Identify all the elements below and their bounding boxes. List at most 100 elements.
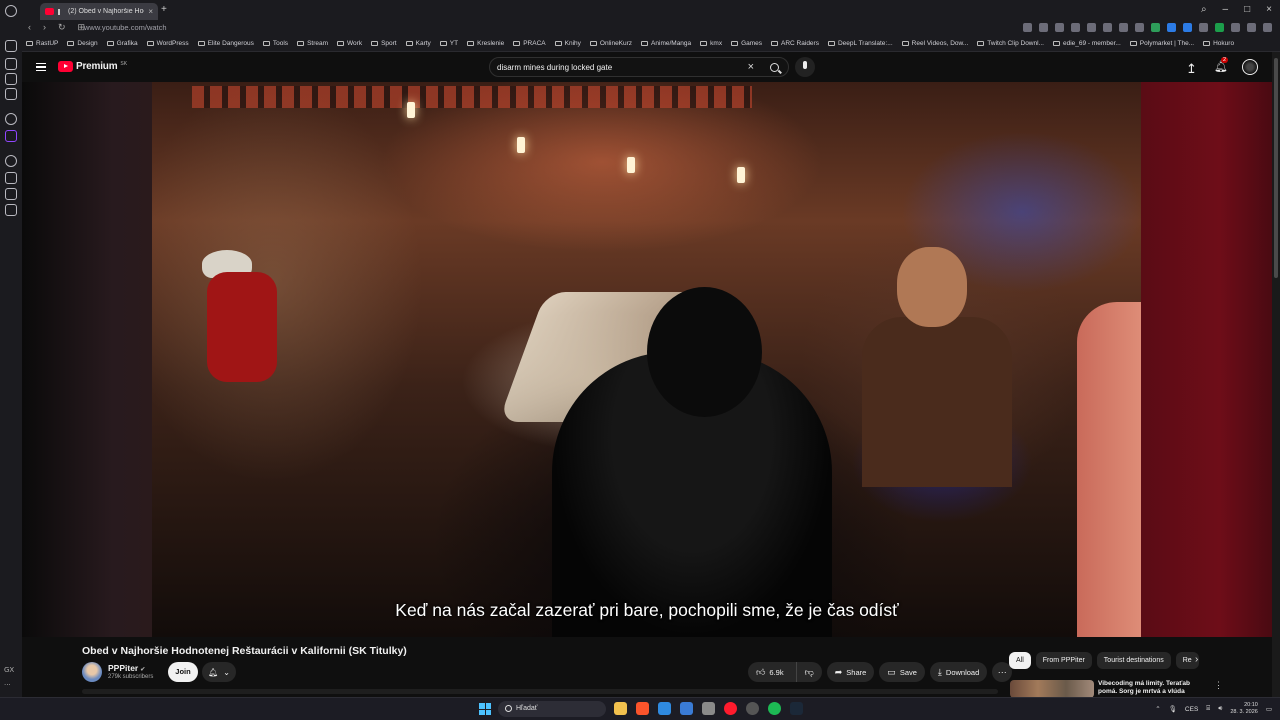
search-input[interactable]: disarm mines during locked gate bbox=[497, 63, 612, 72]
forward-icon[interactable]: › bbox=[43, 22, 46, 33]
upload-icon[interactable] bbox=[1186, 60, 1198, 74]
page-scrollbar[interactable] bbox=[1272, 52, 1280, 697]
bookmark-item[interactable]: Tools bbox=[262, 40, 288, 47]
video-player[interactable]: Keď na nás začal zazerať pri bare, pocho… bbox=[22, 82, 1272, 637]
join-button[interactable]: Join bbox=[168, 662, 198, 682]
calculator-icon[interactable] bbox=[702, 702, 715, 715]
download-icon[interactable] bbox=[1247, 23, 1256, 32]
tab-youtube[interactable]: (2) Obed v Najhoršie Hodnotenej Reštaurá… bbox=[40, 3, 158, 20]
channel-avatar[interactable] bbox=[82, 662, 102, 682]
extension-icon[interactable] bbox=[1199, 23, 1208, 32]
opera-gx-icon[interactable] bbox=[724, 702, 737, 715]
bookmark-item[interactable]: DeepL Translate:... bbox=[827, 40, 893, 47]
puzzle-icon[interactable] bbox=[1231, 23, 1240, 32]
steam-icon[interactable] bbox=[790, 702, 803, 715]
microphone-icon[interactable]: 🎙︎ bbox=[1169, 705, 1177, 713]
like-button[interactable]: 👍︎ 6.9k bbox=[748, 662, 792, 682]
chevron-right-icon[interactable]: › bbox=[1195, 654, 1198, 665]
back-icon[interactable]: ‹ bbox=[28, 22, 31, 33]
clock[interactable]: 20:10 28. 3. 2026 bbox=[1230, 702, 1258, 716]
chip-tourist-destinations[interactable]: Tourist destinations bbox=[1096, 652, 1171, 669]
chatgpt-icon[interactable] bbox=[746, 702, 759, 715]
bookmark-item[interactable]: kmx bbox=[700, 40, 722, 47]
extension-icon[interactable] bbox=[1023, 23, 1032, 32]
more-vertical-icon[interactable]: ⋮ bbox=[1214, 680, 1223, 691]
history-icon[interactable] bbox=[5, 204, 17, 216]
bookmark-item[interactable]: Work bbox=[337, 40, 362, 47]
youtube-logo[interactable]: Premium SK bbox=[58, 61, 127, 72]
file-explorer-icon[interactable] bbox=[614, 702, 627, 715]
clock-icon[interactable] bbox=[5, 155, 17, 167]
hamburger-menu-icon[interactable] bbox=[36, 63, 46, 71]
volume-icon[interactable]: 🔊︎ bbox=[1218, 705, 1222, 713]
voice-search-icon[interactable] bbox=[795, 57, 815, 77]
language-indicator[interactable]: CES bbox=[1185, 706, 1198, 713]
bookmark-item[interactable]: Anime/Manga bbox=[641, 40, 691, 47]
channel-name[interactable]: PPPiter bbox=[108, 663, 138, 673]
save-button[interactable]: ▭ Save bbox=[879, 662, 925, 682]
recommended-video[interactable]: Vibecoding má limity. Teraťab pomá. Sorg… bbox=[1009, 680, 1259, 698]
more-icon[interactable]: ··· bbox=[4, 681, 11, 689]
bookmark-item[interactable]: Polymarket | The... bbox=[1129, 40, 1194, 47]
bookmark-item[interactable]: Stream bbox=[297, 40, 328, 47]
bookmark-item[interactable]: WordPress bbox=[146, 40, 189, 47]
camera-icon[interactable] bbox=[1135, 23, 1144, 32]
maximize-icon[interactable]: □ bbox=[1244, 4, 1250, 15]
bookmark-item[interactable]: Games bbox=[731, 40, 762, 47]
tab-search-icon[interactable]: ⌕ bbox=[1201, 4, 1207, 15]
bookmark-item[interactable]: OnlineKurz bbox=[589, 40, 632, 47]
search-icon[interactable] bbox=[770, 63, 779, 72]
url-field[interactable]: www.youtube.com/watch bbox=[84, 23, 167, 32]
play-icon[interactable] bbox=[1103, 23, 1112, 32]
reload-icon[interactable]: ↻ bbox=[58, 22, 66, 33]
brave-icon[interactable] bbox=[636, 702, 649, 715]
bookmark-item[interactable]: Sport bbox=[371, 40, 397, 47]
extension-icon[interactable] bbox=[1215, 23, 1224, 32]
scrollbar-thumb[interactable] bbox=[1274, 58, 1278, 278]
recommended-thumbnail[interactable] bbox=[1010, 680, 1094, 698]
twitch-icon[interactable] bbox=[5, 130, 17, 142]
bookmark-item[interactable]: Kreslenie bbox=[467, 40, 504, 47]
recommended-title[interactable]: Vibecoding má limity. Teraťab pomá. Sorg… bbox=[1098, 680, 1210, 696]
dislike-button[interactable]: 👎︎ bbox=[795, 662, 822, 682]
clear-search-icon[interactable]: × bbox=[748, 61, 754, 73]
chevron-up-icon[interactable]: ⌃ bbox=[1155, 705, 1160, 713]
bookmark-item[interactable]: RastUP bbox=[26, 40, 58, 47]
bookmark-item[interactable]: ARC Raiders bbox=[771, 40, 819, 47]
chip-from-channel[interactable]: From PPPiter bbox=[1035, 652, 1092, 669]
network-icon[interactable]: ⌸ bbox=[1206, 705, 1210, 713]
windows-start-icon[interactable] bbox=[479, 703, 491, 715]
channel-name-row[interactable]: PPPiter ✔ bbox=[108, 663, 145, 673]
ai-icon[interactable] bbox=[5, 188, 17, 200]
opera-menu-icon[interactable] bbox=[5, 5, 17, 17]
audio-playing-icon[interactable] bbox=[58, 8, 64, 15]
account-avatar[interactable] bbox=[1242, 59, 1258, 75]
bookmarks-icon[interactable] bbox=[5, 172, 17, 184]
minimize-icon[interactable]: – bbox=[1223, 4, 1229, 15]
menu-icon[interactable] bbox=[1263, 23, 1272, 32]
bookmark-item[interactable]: Hokuro bbox=[1203, 40, 1234, 47]
bookmark-item[interactable]: edie_69 - member... bbox=[1052, 40, 1121, 47]
photos-icon[interactable] bbox=[658, 702, 671, 715]
tab-close-icon[interactable]: × bbox=[148, 7, 153, 16]
video-frame[interactable] bbox=[152, 82, 1147, 637]
bookmark-item[interactable]: Twitch Clip Downl... bbox=[977, 40, 1044, 47]
chip-all[interactable]: All bbox=[1009, 652, 1031, 669]
shield-icon[interactable] bbox=[1055, 23, 1064, 32]
bookmark-item[interactable]: Reel Videos, Dow... bbox=[901, 40, 968, 47]
extensions-icon[interactable] bbox=[5, 58, 17, 70]
bookmark-item[interactable]: Design bbox=[67, 40, 98, 47]
description-box[interactable] bbox=[82, 689, 998, 694]
extension-icon[interactable] bbox=[1167, 23, 1176, 32]
subscribe-notifications-button[interactable]: 🔔︎ ⌄ bbox=[202, 662, 236, 682]
messenger-icon[interactable] bbox=[5, 73, 17, 85]
tracker-icon[interactable] bbox=[5, 88, 17, 100]
extension-icon[interactable] bbox=[1071, 23, 1080, 32]
bookmark-item[interactable]: PRACA bbox=[513, 40, 546, 47]
extension-icon[interactable] bbox=[1039, 23, 1048, 32]
notifications-icon[interactable]: 🔔︎ 2 bbox=[1214, 57, 1229, 74]
download-button[interactable]: ⤓ Download bbox=[929, 662, 988, 682]
settings-icon[interactable] bbox=[5, 113, 17, 125]
search-box[interactable]: disarm mines during locked gate × bbox=[489, 57, 789, 77]
new-tab-button[interactable]: + bbox=[161, 4, 167, 15]
